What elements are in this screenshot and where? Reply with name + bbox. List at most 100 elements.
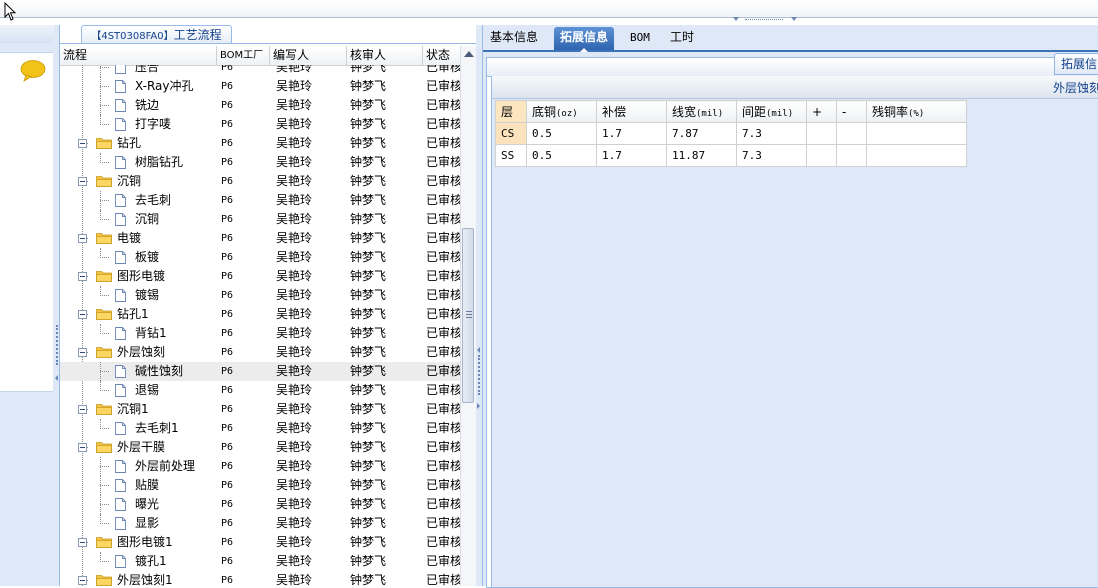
tree-branch-line	[100, 390, 109, 391]
col-header-status[interactable]: 状态	[423, 46, 460, 65]
layer-col-header[interactable]: 线宽(mil)	[666, 100, 737, 123]
layer-value-cell[interactable]	[806, 144, 837, 167]
collapse-toggle-icon[interactable]	[78, 348, 87, 357]
tree-leaf-row[interactable]: 板镀 P6 吴艳玲 钟梦飞 已审核	[60, 248, 460, 267]
tree-node-label: 镀孔1	[135, 554, 167, 568]
tree-folder-row[interactable]: 钻孔1 P6 吴艳玲 钟梦飞 已审核	[60, 305, 460, 324]
layer-value-cell[interactable]: 1.7	[596, 122, 667, 145]
layer-col-header[interactable]: 残铜率(%)	[866, 100, 967, 123]
collapse-toggle-icon[interactable]	[78, 139, 87, 148]
tree-folder-row[interactable]: 钻孔 P6 吴艳玲 钟梦飞 已审核	[60, 134, 460, 153]
scroll-up-arrow-icon[interactable]	[464, 51, 474, 57]
tree-folder-row[interactable]: 电镀 P6 吴艳玲 钟梦飞 已审核	[60, 229, 460, 248]
collapse-toggle-icon[interactable]	[78, 405, 87, 414]
tree-leaf-row[interactable]: 压合 P6 吴艳玲 钟梦飞 已审核	[60, 65, 460, 77]
tree-leaf-row[interactable]: X-Ray冲孔 P6 吴艳玲 钟梦飞 已审核	[60, 77, 460, 96]
tree-leaf-row[interactable]: 去毛刺 P6 吴艳玲 钟梦飞 已审核	[60, 191, 460, 210]
layer-value-cell[interactable]: 0.5	[526, 122, 597, 145]
layer-name-cell[interactable]: CS	[495, 122, 527, 145]
cell-status: 已审核	[426, 117, 460, 131]
col-header-bom-factory[interactable]: BOM工厂	[217, 46, 270, 65]
tree-leaf-row[interactable]: 去毛刺1 P6 吴艳玲 钟梦飞 已审核	[60, 419, 460, 438]
collapse-toggle-icon[interactable]	[78, 576, 87, 585]
process-tree-tab[interactable]: 【4ST0308FA0】工艺流程	[81, 25, 232, 44]
layer-value-cell[interactable]: 7.3	[736, 144, 807, 167]
collapse-toggle-icon[interactable]	[78, 272, 87, 281]
layer-name-cell[interactable]: SS	[495, 144, 527, 167]
cell-bom-factory: P6	[221, 518, 234, 529]
layer-col-header[interactable]: 层	[495, 100, 527, 123]
col-header-writer[interactable]: 编写人	[270, 46, 347, 65]
tree-folder-row[interactable]: 沉铜1 P6 吴艳玲 钟梦飞 已审核	[60, 400, 460, 419]
tab-work-hours[interactable]: 工时	[664, 27, 700, 50]
tree-folder-row[interactable]: 外层蚀刻 P6 吴艳玲 钟梦飞 已审核	[60, 343, 460, 362]
layer-row[interactable]: SS 0.5 1.7 11.87 7.3	[495, 144, 967, 167]
layer-col-header[interactable]: 间距(mil)	[736, 100, 807, 123]
tree-node-label: 图形电镀1	[117, 535, 173, 549]
tree-leaf-row[interactable]: 铣边 P6 吴艳玲 钟梦飞 已审核	[60, 96, 460, 115]
tree-leaf-row[interactable]: 镀孔1 P6 吴艳玲 钟梦飞 已审核	[60, 552, 460, 571]
tree-leaf-row[interactable]: 贴膜 P6 吴艳玲 钟梦飞 已审核	[60, 476, 460, 495]
layer-value-cell[interactable]: 7.3	[736, 122, 807, 145]
tree-leaf-row[interactable]: 显影 P6 吴艳玲 钟梦飞 已审核	[60, 514, 460, 533]
cell-bom-factory: P6	[221, 100, 234, 111]
document-icon	[115, 156, 126, 169]
cell-bom-factory: P6	[221, 176, 234, 187]
layer-value-cell[interactable]: 1.7	[596, 144, 667, 167]
tree-folder-row[interactable]: 图形电镀1 P6 吴艳玲 钟梦飞 已审核	[60, 533, 460, 552]
tree-node-label: 图形电镀	[117, 269, 166, 283]
content-header: 外层蚀刻	[492, 76, 1098, 99]
collapse-toggle-icon[interactable]	[78, 443, 87, 452]
cell-reviewer: 钟梦飞	[350, 269, 387, 283]
layer-value-cell[interactable]	[866, 144, 967, 167]
col-header-process[interactable]: 流程	[60, 46, 217, 65]
tree-leaf-row[interactable]: 打字唛 P6 吴艳玲 钟梦飞 已审核	[60, 115, 460, 134]
tree-leaf-row[interactable]: 碱性蚀刻 P6 吴艳玲 钟梦飞 已审核	[60, 362, 460, 381]
tree-leaf-row[interactable]: 树脂钻孔 P6 吴艳玲 钟梦飞 已审核	[60, 153, 460, 172]
cell-bom-factory: P6	[221, 328, 234, 339]
tree-leaf-row[interactable]: 曝光 P6 吴艳玲 钟梦飞 已审核	[60, 495, 460, 514]
subtab-extended-info[interactable]: 拓展信	[1053, 53, 1098, 75]
collapse-toggle-icon[interactable]	[78, 538, 87, 547]
tree-leaf-row[interactable]: 退锡 P6 吴艳玲 钟梦飞 已审核	[60, 381, 460, 400]
collapse-toggle-icon[interactable]	[78, 310, 87, 319]
tree-leaf-row[interactable]: 镀锡 P6 吴艳玲 钟梦飞 已审核	[60, 286, 460, 305]
tree-folder-row[interactable]: 外层干膜 P6 吴艳玲 钟梦飞 已审核	[60, 438, 460, 457]
cell-bom-factory: P6	[221, 442, 234, 453]
layer-row[interactable]: CS 0.5 1.7 7.87 7.3	[495, 122, 967, 145]
cell-writer: 吴艳玲	[276, 345, 313, 359]
cell-reviewer: 钟梦飞	[350, 383, 387, 397]
layer-col-header[interactable]: 补偿	[596, 100, 667, 123]
cell-status: 已审核	[426, 307, 460, 321]
tree-leaf-row[interactable]: 沉铜 P6 吴艳玲 钟梦飞 已审核	[60, 210, 460, 229]
tree-branch-line	[100, 86, 109, 87]
layer-value-cell[interactable]	[866, 122, 967, 145]
layer-value-cell[interactable]	[836, 122, 867, 145]
cell-reviewer: 钟梦飞	[350, 79, 387, 93]
tree-node-label: 背钻1	[135, 326, 167, 340]
tab-basic-info[interactable]: 基本信息	[484, 27, 544, 50]
tree-scrollbar[interactable]	[460, 46, 476, 586]
tree-leaf-row[interactable]: 背钻1 P6 吴艳玲 钟梦飞 已审核	[60, 324, 460, 343]
tree-node-label: 去毛刺1	[135, 421, 179, 435]
tree-leaf-row[interactable]: 外层前处理 P6 吴艳玲 钟梦飞 已审核	[60, 457, 460, 476]
layer-col-header[interactable]: 底铜(oz)	[526, 100, 597, 123]
collapse-grip-top[interactable]	[733, 17, 797, 23]
collapse-toggle-icon[interactable]	[78, 234, 87, 243]
layer-value-cell[interactable]: 11.87	[666, 144, 737, 167]
layer-value-cell[interactable]	[806, 122, 837, 145]
col-header-reviewer[interactable]: 核审人	[347, 46, 423, 65]
collapse-toggle-icon[interactable]	[78, 177, 87, 186]
tab-extended-info[interactable]: 拓展信息	[554, 27, 615, 52]
layer-value-cell[interactable]: 7.87	[666, 122, 737, 145]
layer-col-header[interactable]: +	[806, 100, 837, 123]
layer-col-header[interactable]: -	[836, 100, 867, 123]
chat-bubble-icon[interactable]	[20, 60, 46, 82]
tab-bom[interactable]: BOM	[624, 27, 656, 50]
tree-folder-row[interactable]: 外层蚀刻1 P6 吴艳玲 钟梦飞 已审核	[60, 571, 460, 586]
layer-value-cell[interactable]	[836, 144, 867, 167]
scroll-thumb[interactable]	[462, 228, 474, 403]
layer-value-cell[interactable]: 0.5	[526, 144, 597, 167]
tree-folder-row[interactable]: 图形电镀 P6 吴艳玲 钟梦飞 已审核	[60, 267, 460, 286]
tree-folder-row[interactable]: 沉铜 P6 吴艳玲 钟梦飞 已审核	[60, 172, 460, 191]
